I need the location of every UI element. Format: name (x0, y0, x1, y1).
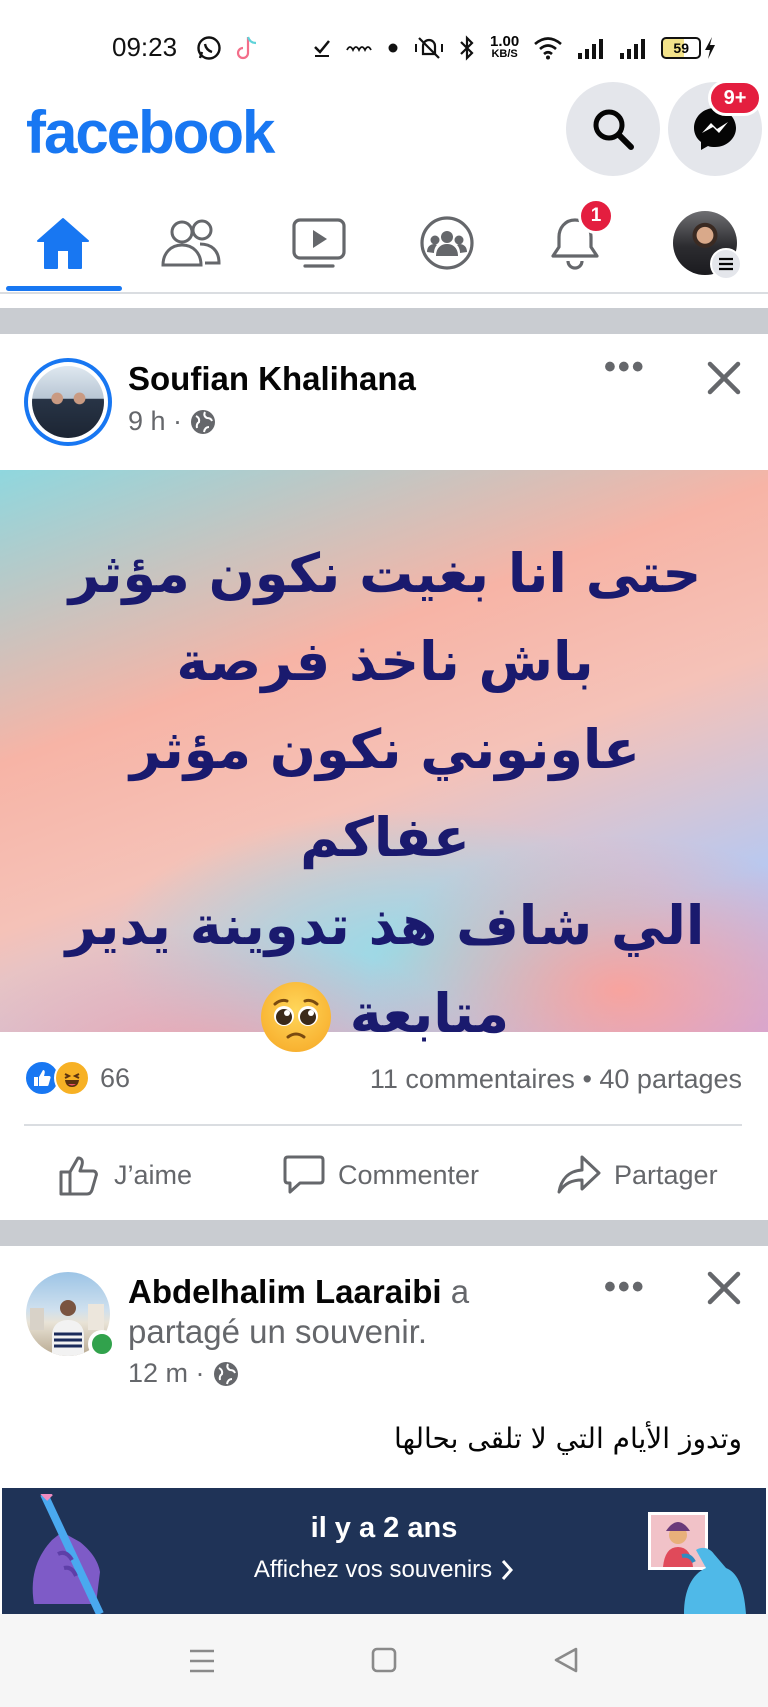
search-icon (593, 109, 634, 150)
video-icon (292, 218, 346, 268)
battery-level: 59 (661, 37, 702, 59)
online-status-dot (88, 1330, 116, 1358)
memory-link-label: Affichez vos souvenirs (253, 1556, 493, 1583)
comments-count[interactable]: 11 commentaires (370, 1064, 575, 1094)
signal-icon (578, 39, 604, 59)
tiktok-icon (236, 36, 257, 60)
thumbs-up-icon (59, 1156, 98, 1196)
status-bar: 09:23 1.00 KB/S 59 (0, 0, 768, 96)
divider (24, 1124, 742, 1126)
recent-apps-icon[interactable] (188, 1648, 216, 1674)
comment-icon (283, 1155, 325, 1194)
friends-icon (161, 219, 221, 267)
status-system-icons: 1.00 KB/S 59 (312, 32, 717, 64)
feed-separator (0, 1220, 768, 1246)
home-button-icon[interactable] (370, 1646, 398, 1674)
share-button[interactable]: Partager (556, 1145, 718, 1205)
tab-menu-profile[interactable] (670, 208, 742, 280)
charging-icon (705, 37, 716, 59)
post-header-text: Abdelhalim Laaraibi a partagé un souveni… (128, 1272, 598, 1352)
system-navigation-bar (0, 1614, 768, 1707)
search-button[interactable] (566, 82, 660, 176)
post-time[interactable]: 9 h · (128, 406, 182, 437)
memory-banner[interactable]: il y a 2 ans Affichez vos souvenirs (2, 1488, 766, 1614)
battery-icon: 59 (661, 36, 717, 60)
dot-icon (388, 43, 398, 53)
like-button[interactable]: J’aime (58, 1145, 192, 1205)
wifi-icon (534, 37, 563, 60)
messenger-button[interactable]: 9+ (668, 80, 762, 176)
messenger-badge: 9+ (708, 80, 762, 116)
author-name[interactable]: Soufian Khalihana (128, 360, 416, 398)
close-icon[interactable] (706, 1270, 742, 1306)
groups-icon (420, 216, 474, 270)
author-avatar[interactable] (24, 358, 112, 446)
shares-count[interactable]: • 40 partages (582, 1064, 742, 1094)
back-icon[interactable] (552, 1646, 580, 1674)
reactions-count: 66 (100, 1062, 131, 1093)
post-text: حتى انا بغيت نكون مؤثر باش ناخذ فرصة عاو… (60, 530, 710, 1058)
post-text-line: عاونوني نكون مؤثر عفاكم (129, 718, 641, 869)
close-icon[interactable] (706, 360, 742, 396)
tab-friends[interactable] (156, 208, 226, 278)
post-text-line: الي شاف هذ تدوينة يدير (65, 894, 705, 957)
reactions-summary[interactable]: 66 (24, 1060, 130, 1096)
comment-button-label: Commenter (338, 1159, 480, 1190)
like-button-label: J’aime (114, 1159, 193, 1190)
post-text-last-line: متابعة (60, 970, 710, 1058)
tab-home[interactable] (28, 208, 98, 278)
post-meta: 12 m · (128, 1358, 239, 1389)
globe-icon (191, 409, 216, 434)
haha-reaction-icon (54, 1060, 90, 1096)
mini-app-icon (346, 46, 372, 53)
check-icon (314, 40, 330, 57)
post-time[interactable]: 12 m · (128, 1358, 205, 1389)
hand-holding-photo-illustration (681, 1547, 746, 1614)
chevron-right-icon (502, 1560, 514, 1580)
post-text-line: باش ناخذ فرصة (176, 630, 594, 693)
main-nav: 1 (0, 190, 768, 294)
post-card: Abdelhalim Laaraibi a partagé un souveni… (0, 1246, 768, 1488)
mute-vibrate-icon (415, 37, 443, 59)
tab-notifications[interactable]: 1 (540, 198, 614, 278)
engagement-stats: 11 commentaires • 40 partages (350, 1064, 742, 1095)
active-tab-indicator (6, 286, 122, 291)
more-options-icon[interactable]: ••• (604, 1268, 646, 1307)
post-action-text: a (450, 1273, 470, 1310)
whatsapp-icon (197, 36, 221, 60)
feed-separator (0, 308, 768, 334)
post-meta: 9 h · (128, 406, 216, 437)
nav-divider (0, 292, 768, 294)
net-speed-value: 1.00 (490, 33, 520, 50)
home-icon (37, 218, 89, 269)
status-app-icons (196, 32, 260, 64)
post-action-text-2: partagé un souvenir. (128, 1313, 428, 1350)
facebook-logo[interactable]: facebook (26, 98, 275, 167)
notification-badge: 1 (578, 198, 614, 234)
bluetooth-icon (460, 35, 474, 61)
status-time: 09:23 (112, 32, 178, 62)
tab-watch[interactable] (284, 208, 354, 278)
pleading-face-emoji (260, 982, 331, 1053)
menu-icon (710, 248, 742, 280)
post-text-line: حتى انا بغيت نكون مؤثر (68, 542, 702, 605)
post-text: وتدوز الأيام التي لا تلقى بحالها (394, 1422, 742, 1455)
net-speed-unit: KB/S (491, 48, 518, 60)
post-text-line: متابعة (349, 982, 510, 1045)
share-icon (557, 1155, 601, 1194)
tab-groups[interactable] (412, 208, 482, 278)
more-options-icon[interactable]: ••• (604, 348, 646, 387)
author-name[interactable]: Abdelhalim Laaraibi (128, 1273, 442, 1310)
signal-icon-2 (620, 39, 646, 59)
net-speed: 1.00 KB/S (490, 33, 520, 61)
comment-button[interactable]: Commenter (282, 1145, 479, 1205)
globe-icon (213, 1361, 238, 1386)
share-button-label: Partager (614, 1159, 718, 1190)
